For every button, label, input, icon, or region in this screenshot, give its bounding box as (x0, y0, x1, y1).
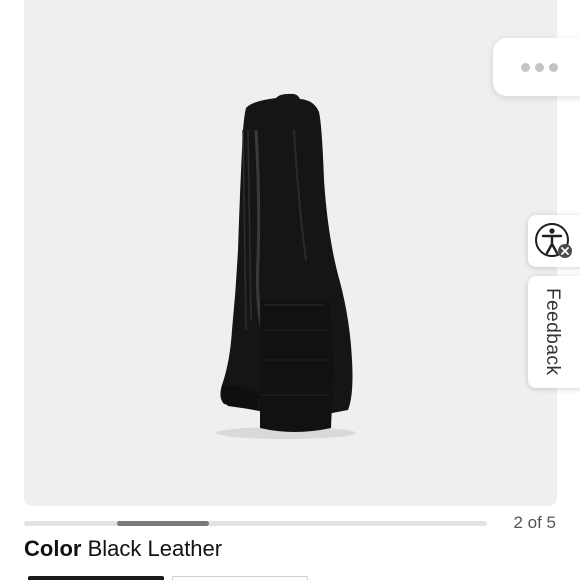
more-dots-icon (521, 62, 530, 72)
color-label: Color (24, 536, 82, 561)
more-dots-icon (549, 62, 558, 72)
boot-heel (260, 300, 333, 432)
boot-image (216, 93, 356, 439)
gallery-progress-track[interactable] (24, 521, 487, 526)
feedback-tab[interactable]: Feedback (528, 276, 580, 388)
accessibility-button[interactable] (528, 215, 580, 267)
product-image[interactable] (24, 0, 557, 506)
more-dots-icon (535, 62, 544, 72)
feedback-label: Feedback (542, 288, 563, 376)
color-swatch-selected[interactable] (28, 576, 164, 580)
color-swatch[interactable] (172, 576, 308, 580)
product-page: Feedback 2 of 5 Color Black Leather (0, 0, 580, 580)
product-color: Color Black Leather (24, 536, 222, 562)
color-value: Black Leather (87, 536, 223, 561)
more-options-button[interactable] (493, 38, 580, 96)
gallery-page-indicator: 2 of 5 (513, 513, 556, 532)
accessibility-icon (535, 223, 572, 258)
gallery-progress-thumb[interactable] (116, 521, 210, 526)
